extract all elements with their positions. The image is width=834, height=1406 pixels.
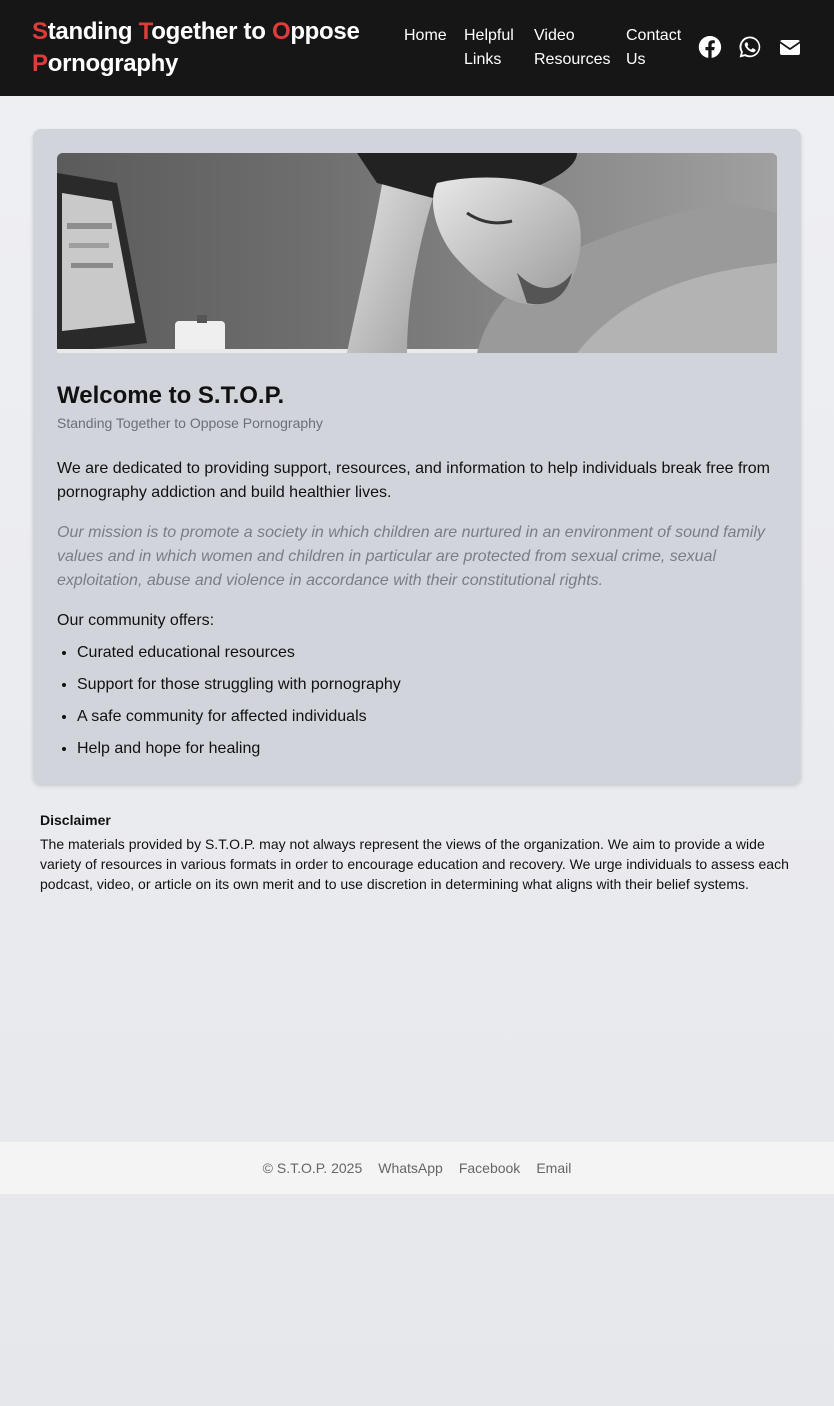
footer-link-facebook[interactable]: Facebook <box>459 1160 520 1176</box>
page-title: Welcome to S.T.O.P. <box>57 382 285 409</box>
list-item: Help and hope for healing <box>77 737 777 761</box>
brand-word: ppose <box>290 18 360 45</box>
hero-image <box>57 153 777 353</box>
mission-statement: Our mission is to promote a society in w… <box>57 524 765 589</box>
disclaimer-text: The materials provided by S.T.O.P. may n… <box>40 836 789 892</box>
brand-line-1: Standing Together to Oppose <box>32 16 382 48</box>
brand-initial-o: O <box>271 18 291 45</box>
footer-copyright: © S.T.O.P. 2025 <box>262 1160 363 1176</box>
social-links <box>698 34 802 60</box>
disclaimer: Disclaimer The materials provided by S.T… <box>40 810 800 894</box>
brand-initial-p: P <box>32 50 48 77</box>
welcome-card: Welcome to S.T.O.P. Standing Together to… <box>33 129 801 784</box>
site-footer: © S.T.O.P. 2025 WhatsApp Facebook Email <box>0 1142 834 1194</box>
offers-label: Our community offers: <box>57 612 215 629</box>
page-subtitle: Standing Together to Oppose Pornography <box>57 415 323 431</box>
site-header: Standing Together to Oppose Pornography … <box>0 0 834 96</box>
brand-initial-s: S <box>32 18 48 45</box>
distressed-man-photo <box>57 153 777 353</box>
footer-link-whatsapp[interactable]: WhatsApp <box>378 1160 443 1176</box>
site-brand[interactable]: Standing Together to Oppose Pornography <box>32 16 382 80</box>
disclaimer-title: Disclaimer <box>40 812 111 828</box>
nav-video-resources[interactable]: Video Resources <box>534 24 610 72</box>
nav-contact-us[interactable]: Contact Us <box>626 24 684 72</box>
intro-text: We are dedicated to providing support, r… <box>57 460 770 501</box>
main-nav: Home Helpful Links Video Resources Conta… <box>404 24 684 72</box>
brand-word: ornography <box>47 50 179 77</box>
whatsapp-icon[interactable] <box>738 34 762 60</box>
nav-helpful-links[interactable]: Helpful Links <box>464 24 518 72</box>
email-icon[interactable] <box>778 34 802 60</box>
brand-word: tanding <box>47 18 139 45</box>
nav-home[interactable]: Home <box>404 24 448 72</box>
list-item: A safe community for affected individual… <box>77 705 777 729</box>
brand-word: ogether to <box>151 18 272 45</box>
list-item: Curated educational resources <box>77 641 777 665</box>
brand-line-2: Pornography <box>32 48 382 80</box>
footer-link-email[interactable]: Email <box>536 1160 571 1176</box>
offers-list: Curated educational resources Support fo… <box>57 641 777 761</box>
facebook-icon[interactable] <box>698 34 722 60</box>
list-item: Support for those struggling with pornog… <box>77 673 777 697</box>
brand-initial-t: T <box>138 18 152 45</box>
